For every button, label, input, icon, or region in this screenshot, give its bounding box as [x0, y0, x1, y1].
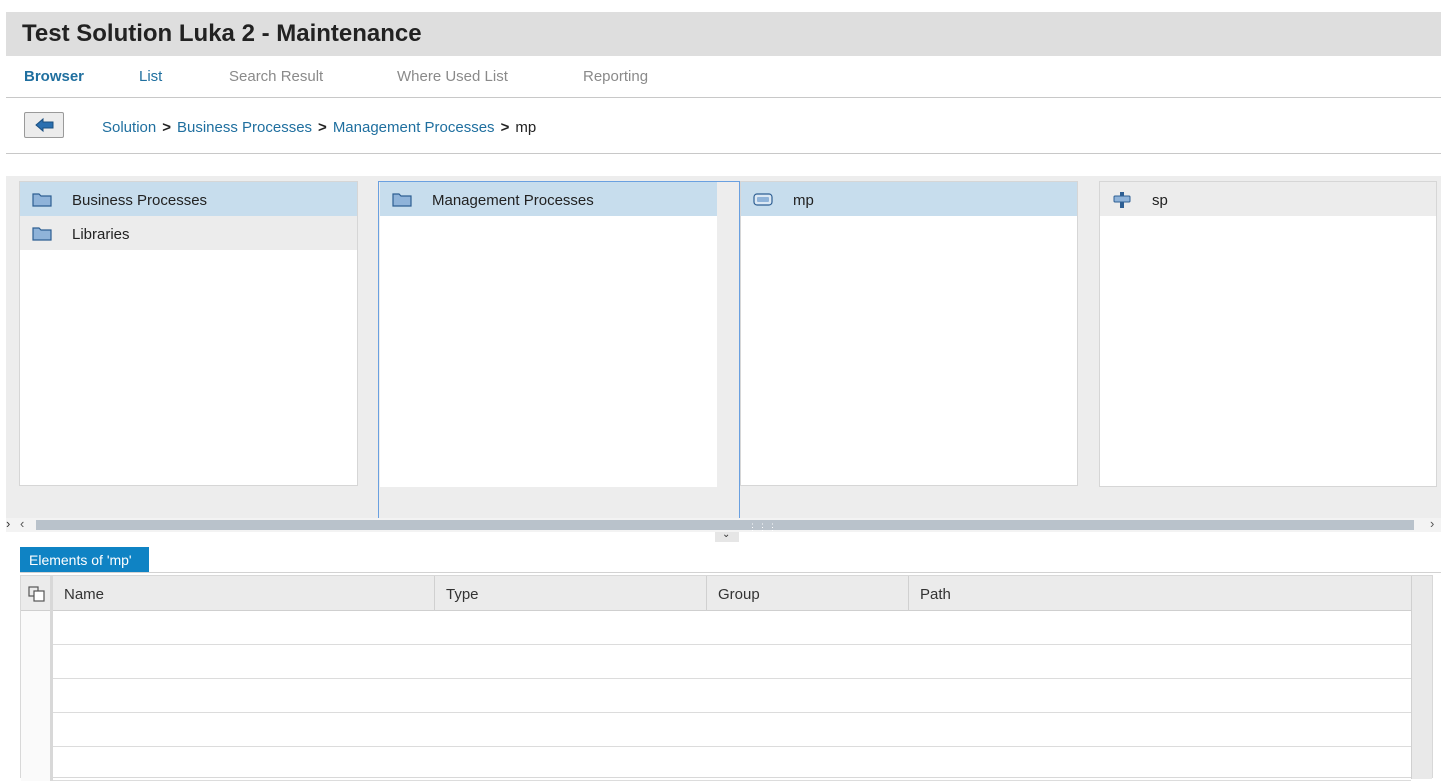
breadcrumb-separator: > [318, 119, 327, 136]
list-item-label: Business Processes [72, 192, 208, 209]
list-item-sp[interactable]: sp [1100, 182, 1436, 216]
table-row [21, 713, 1411, 747]
table-row [21, 611, 1411, 645]
back-button[interactable] [24, 112, 64, 138]
grip-icon[interactable]: ⋮⋮⋮ [748, 522, 778, 533]
browser-column-2: Management Processes [378, 181, 740, 519]
table-row [21, 679, 1411, 713]
chevron-down-icon[interactable]: ⌄ [722, 529, 730, 540]
list-item-label: Libraries [72, 226, 130, 243]
select-all-icon [28, 586, 45, 602]
folder-icon [32, 227, 52, 241]
top-strip [0, 0, 1441, 12]
breadcrumb-separator: > [500, 119, 510, 136]
browser-column-3: mp [740, 181, 1078, 486]
breadcrumb-current: mp [515, 119, 537, 136]
row-selector[interactable] [21, 747, 53, 781]
expand-left-icon[interactable]: › [6, 516, 10, 531]
list-item-label: Management Processes [432, 192, 594, 209]
elements-panel: Elements of 'mp' Name Type Group Path [6, 542, 1441, 781]
tab-reporting[interactable]: Reporting [583, 68, 648, 85]
breadcrumb-bar: Solution > Business Processes > Management P… [6, 98, 1441, 154]
list-item-label: sp [1152, 192, 1168, 209]
folder-icon [32, 193, 52, 207]
row-selector[interactable] [21, 713, 53, 747]
select-all-cell[interactable] [21, 576, 53, 611]
list-item-mp[interactable]: mp [741, 182, 1077, 216]
browser-column-1: Business Processes Libraries [19, 181, 358, 486]
folder-icon [392, 193, 412, 207]
column-header-type[interactable]: Type [434, 576, 706, 611]
column-header-group[interactable]: Group [706, 576, 908, 611]
row-selector[interactable] [21, 645, 53, 679]
browser-column-4: sp [1099, 181, 1437, 487]
tab-browser[interactable]: Browser [24, 68, 84, 85]
row-selector[interactable] [21, 611, 53, 645]
step-icon [1113, 192, 1131, 208]
title-bar: Test Solution Luka 2 - Maintenance [6, 12, 1441, 56]
process-icon [753, 193, 773, 206]
list-item-management-processes[interactable]: Management Processes [380, 182, 717, 216]
breadcrumb-solution[interactable]: Solution [102, 119, 156, 136]
breadcrumb-separator: > [162, 119, 171, 136]
table-header: Name Type Group Path [21, 576, 1411, 611]
column-header-name[interactable]: Name [53, 576, 434, 611]
tab-search-result[interactable]: Search Result [229, 68, 323, 85]
tab-elements[interactable]: Elements of 'mp' [20, 547, 149, 572]
list-item-business-processes[interactable]: Business Processes [20, 182, 357, 216]
elements-table: Name Type Group Path [20, 575, 1433, 781]
list-item-label: mp [793, 192, 814, 209]
column-header-path[interactable]: Path [908, 576, 1411, 611]
scroll-left-icon[interactable]: ‹ [20, 516, 24, 531]
column-list: Management Processes [380, 182, 717, 487]
panel-divider [20, 572, 1441, 573]
arrow-left-icon [35, 117, 54, 133]
list-item-libraries[interactable]: Libraries [20, 216, 357, 250]
table-row [21, 747, 1411, 781]
vertical-scrollbar[interactable] [1411, 576, 1432, 779]
panel-splitter[interactable]: ⌄ [715, 529, 739, 542]
scroll-right-icon[interactable]: › [1430, 516, 1434, 531]
tab-where-used-list[interactable]: Where Used List [397, 68, 508, 85]
breadcrumb-business-processes[interactable]: Business Processes [177, 119, 312, 136]
tab-bar: Browser List Search Result Where Used Li… [6, 56, 1441, 98]
breadcrumb: Solution > Business Processes > Management P… [102, 119, 536, 136]
column-browser: Business Processes Libraries Management … [6, 176, 1441, 519]
page-title: Test Solution Luka 2 - Maintenance [22, 20, 422, 47]
row-selector[interactable] [21, 679, 53, 713]
table-row [21, 645, 1411, 679]
breadcrumb-management-processes[interactable]: Management Processes [333, 119, 495, 136]
tab-list[interactable]: List [139, 68, 162, 85]
